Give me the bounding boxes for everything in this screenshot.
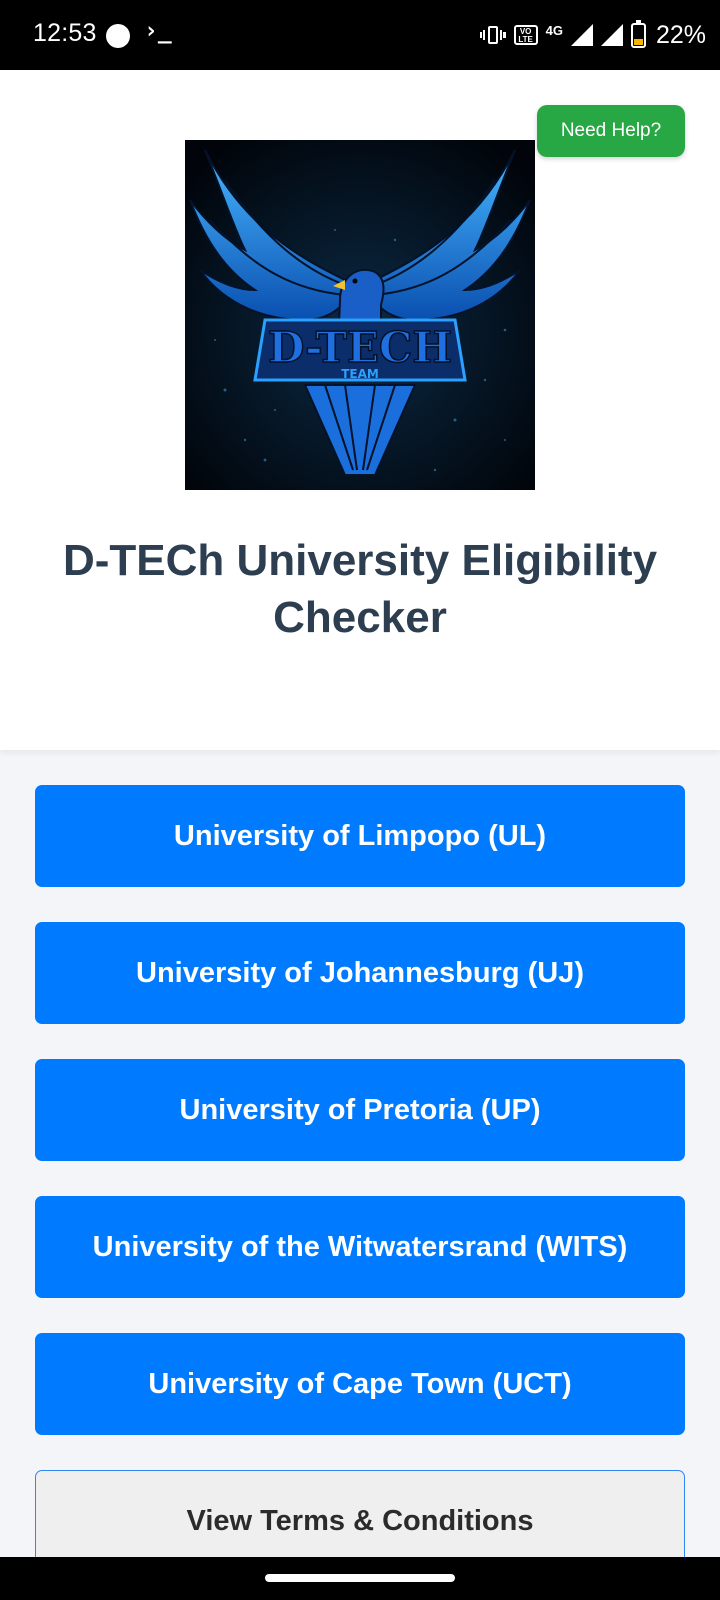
- logo-sub-text: TEAM: [341, 367, 379, 381]
- vibrate-icon: [479, 24, 506, 46]
- university-button-uct[interactable]: University of Cape Town (UCT): [35, 1333, 685, 1435]
- navigation-bar: [0, 1557, 720, 1600]
- battery-icon: [630, 19, 646, 48]
- terminal-icon: ›_: [144, 18, 172, 44]
- university-list: University of Limpopo (UL) University of…: [35, 785, 685, 1470]
- university-button-ul[interactable]: University of Limpopo (UL): [35, 785, 685, 887]
- home-gesture-handle[interactable]: [265, 1574, 455, 1582]
- logo-brand-text: D-TECH: [268, 323, 452, 372]
- page-title: D-TECh University Eligibility Checker: [62, 536, 658, 642]
- university-button-uj[interactable]: University of Johannesburg (UJ): [35, 922, 685, 1024]
- clock: 12:53: [33, 19, 97, 47]
- d-tech-logo: D-TECH TEAM: [185, 140, 535, 490]
- battery-percent: 22%: [655, 20, 706, 49]
- status-bar: 12:53 ›_ VO LTE 4G 22%: [0, 0, 720, 70]
- university-button-up[interactable]: University of Pretoria (UP): [35, 1059, 685, 1161]
- status-icons: VO LTE 4G 22%: [479, 19, 706, 51]
- signal-icon: [600, 24, 623, 46]
- circle-icon: [106, 24, 130, 48]
- network-type-label: 4G: [545, 22, 563, 38]
- volte-icon: VO LTE: [513, 25, 538, 45]
- volte-bottom-text: LTE: [518, 35, 533, 44]
- app-screen: 12:53 ›_ VO LTE 4G 22% Need Help? D-TECH…: [0, 0, 720, 1600]
- signal-icon: [570, 24, 593, 46]
- need-help-button[interactable]: Need Help?: [537, 105, 685, 157]
- university-button-wits[interactable]: University of the Witwatersrand (WITS): [35, 1196, 685, 1298]
